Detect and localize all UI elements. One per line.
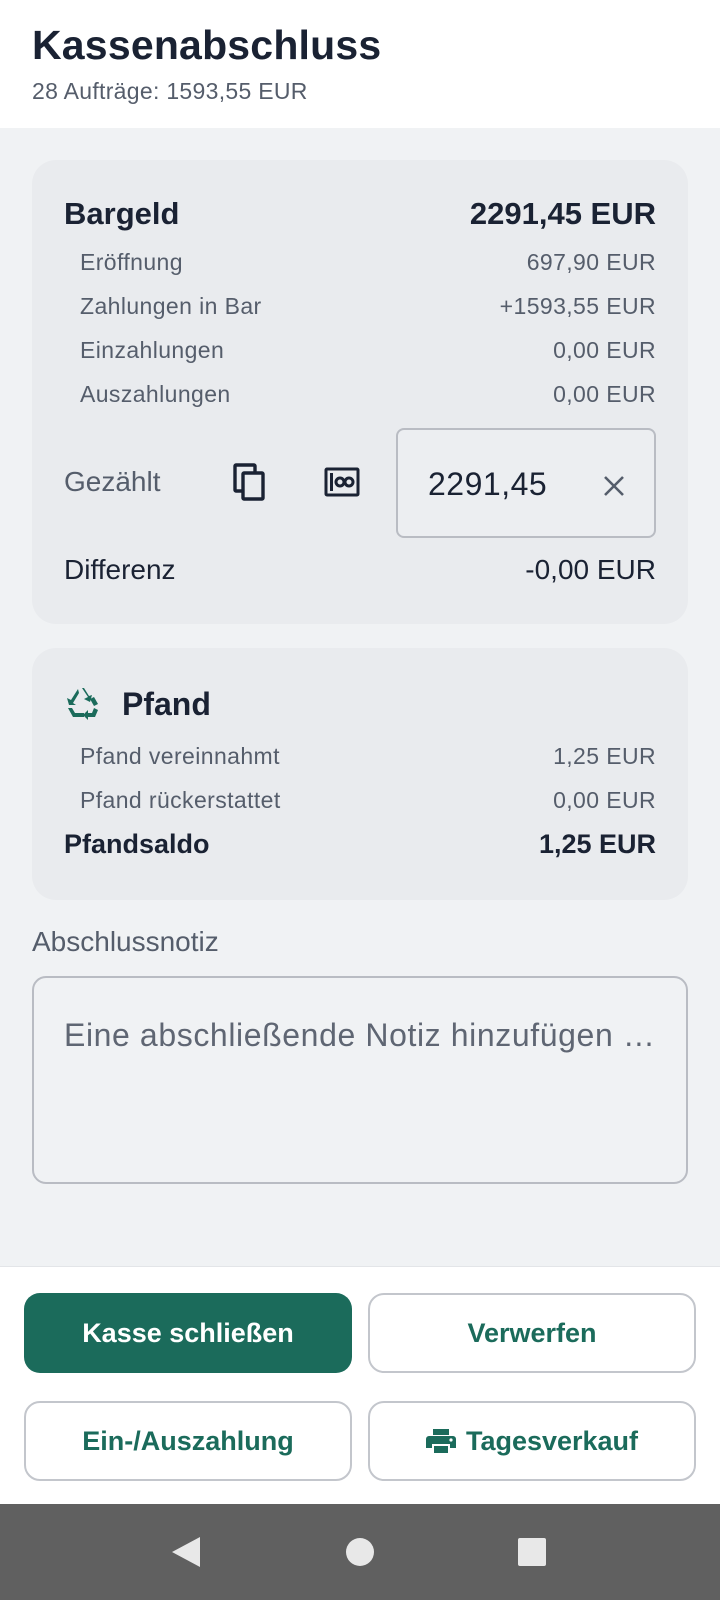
page-title: Kassenabschluss bbox=[32, 22, 382, 68]
copy-icon bbox=[233, 463, 265, 501]
cash-in-out-label: Ein-/Auszahlung bbox=[82, 1425, 294, 1456]
counted-amount-input[interactable]: 2291,45 bbox=[396, 428, 656, 538]
page-subtitle: 28 Aufträge: 1593,55 EUR bbox=[32, 78, 308, 104]
row-value: 0,00 EUR bbox=[553, 786, 656, 813]
copy-button[interactable] bbox=[226, 458, 274, 506]
row-value: +1593,55 EUR bbox=[499, 292, 656, 319]
deposit-balance-label: Pfandsaldo bbox=[64, 828, 210, 859]
nav-recents-button[interactable] bbox=[508, 1528, 556, 1576]
system-navigation-bar bbox=[0, 1504, 720, 1600]
close-register-button[interactable]: Kasse schließen bbox=[24, 1293, 352, 1373]
discard-button[interactable]: Verwerfen bbox=[368, 1293, 696, 1373]
deposit-row-refunded: Pfand rückerstattet 0,00 EUR bbox=[32, 784, 688, 816]
row-value: 0,00 EUR bbox=[553, 336, 656, 363]
deposit-row-collected: Pfand vereinnahmt 1,25 EUR bbox=[32, 740, 688, 772]
counted-label: Gezählt bbox=[64, 466, 161, 497]
discard-label: Verwerfen bbox=[467, 1317, 597, 1348]
recycle-icon bbox=[67, 688, 98, 720]
row-label: Einzahlungen bbox=[80, 336, 225, 363]
difference-row: Differenz -0,00 EUR bbox=[32, 550, 688, 590]
close-register-label: Kasse schließen bbox=[82, 1317, 294, 1348]
closing-note-field[interactable] bbox=[32, 976, 688, 1184]
cash-row-withdrawals: Auszahlungen 0,00 EUR bbox=[32, 378, 688, 410]
recents-icon bbox=[518, 1538, 546, 1566]
cash-total-row: Bargeld 2291,45 EUR bbox=[32, 194, 688, 234]
deposit-title: Pfand bbox=[122, 685, 211, 722]
deposit-header: Pfand bbox=[64, 682, 211, 726]
deposit-balance-row: Pfandsaldo 1,25 EUR bbox=[32, 824, 688, 864]
deposit-balance-value: 1,25 EUR bbox=[538, 828, 656, 859]
home-icon bbox=[346, 1538, 374, 1566]
back-icon bbox=[172, 1537, 200, 1567]
daily-sales-button[interactable]: Tagesverkauf bbox=[368, 1401, 696, 1481]
cash-row-deposits: Einzahlungen 0,00 EUR bbox=[32, 334, 688, 366]
row-value: 1,25 EUR bbox=[553, 742, 656, 769]
nav-back-button[interactable] bbox=[162, 1528, 210, 1576]
note-label: Abschlussnotiz bbox=[32, 926, 219, 957]
nav-home-button[interactable] bbox=[336, 1528, 384, 1576]
close-icon bbox=[604, 476, 624, 496]
action-bar: Kasse schließen Verwerfen Ein-/Auszahlun… bbox=[0, 1266, 720, 1504]
row-label: Auszahlungen bbox=[80, 380, 231, 407]
row-label: Zahlungen in Bar bbox=[80, 292, 262, 319]
row-label: Pfand vereinnahmt bbox=[80, 742, 280, 769]
cash-row-opening: Eröffnung 697,90 EUR bbox=[32, 246, 688, 278]
deposit-card: Pfand Pfand vereinnahmt 1,25 EUR Pfand r… bbox=[32, 648, 688, 900]
cash-in-out-button[interactable]: Ein-/Auszahlung bbox=[24, 1401, 352, 1481]
difference-label: Differenz bbox=[64, 554, 176, 585]
row-label: Pfand rückerstattet bbox=[80, 786, 281, 813]
row-value: 0,00 EUR bbox=[553, 380, 656, 407]
cash-total: 2291,45 EUR bbox=[469, 196, 656, 231]
cash-label: Bargeld bbox=[64, 196, 180, 231]
cash-card: Bargeld 2291,45 EUR Eröffnung 697,90 EUR… bbox=[32, 160, 688, 624]
banknote-icon bbox=[324, 467, 360, 497]
difference-value: -0,00 EUR bbox=[525, 554, 656, 585]
daily-sales-label: Tagesverkauf bbox=[465, 1425, 639, 1456]
row-value: 697,90 EUR bbox=[526, 248, 656, 275]
count-banknotes-button[interactable] bbox=[318, 458, 366, 506]
header: Kassenabschluss 28 Aufträge: 1593,55 EUR bbox=[0, 0, 720, 128]
printer-icon bbox=[425, 1428, 456, 1454]
counted-amount-value[interactable]: 2291,45 bbox=[428, 466, 578, 503]
row-label: Eröffnung bbox=[80, 248, 183, 275]
clear-input-button[interactable] bbox=[594, 466, 634, 506]
cash-row-cash-payments: Zahlungen in Bar +1593,55 EUR bbox=[32, 290, 688, 322]
